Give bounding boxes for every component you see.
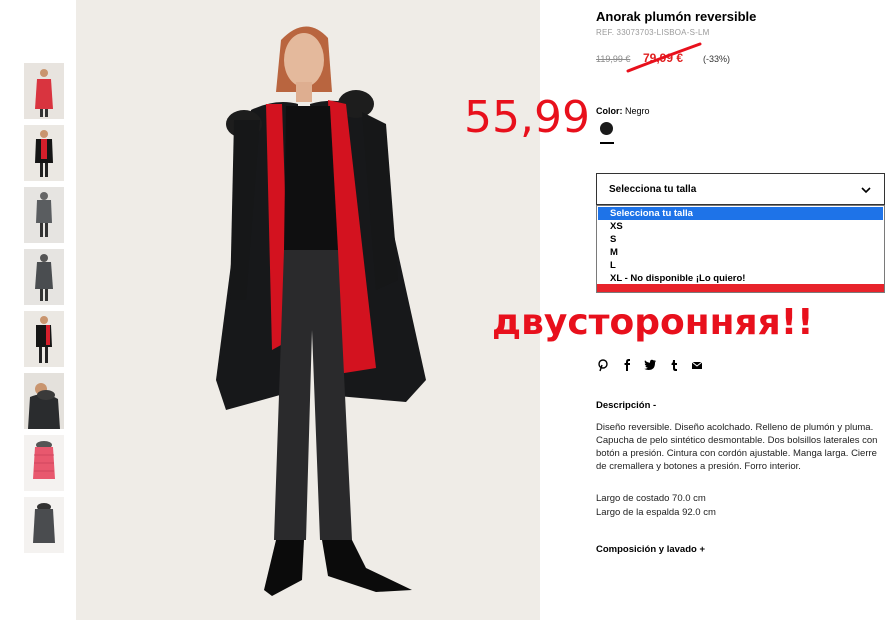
size-option-s[interactable]: S: [598, 233, 883, 246]
size-option-l[interactable]: L: [598, 259, 883, 272]
sale-price: 79,99 €: [643, 51, 684, 65]
product-reference: REF. 33073703-LISBOA-S-LM: [596, 28, 710, 37]
color-swatch-black[interactable]: [600, 122, 613, 135]
thumbnail-4[interactable]: [24, 249, 64, 305]
size-options-list: Selecciona tu talla XS S M L XL - No dis…: [596, 205, 885, 293]
thumbnail-7[interactable]: [24, 435, 64, 491]
pinterest-icon[interactable]: [596, 358, 610, 372]
size-option-placeholder[interactable]: Selecciona tu talla: [598, 207, 883, 220]
thumbnail-1[interactable]: [24, 63, 64, 119]
add-to-bag-bar[interactable]: [597, 284, 884, 292]
thumbnail-2[interactable]: [24, 125, 64, 181]
thumbnail-6[interactable]: [24, 373, 64, 429]
selected-swatch-indicator: [600, 142, 614, 144]
thumbnail-8[interactable]: [24, 497, 64, 553]
size-select[interactable]: Selecciona tu talla: [596, 173, 885, 205]
composition-toggle[interactable]: Composición y lavado +: [596, 544, 705, 555]
size-option-xs[interactable]: XS: [598, 220, 883, 233]
facebook-icon[interactable]: [620, 358, 634, 372]
color-label: Color: Negro: [596, 106, 650, 116]
thumbnail-5[interactable]: [24, 311, 64, 367]
color-label-key: Color:: [596, 106, 623, 116]
measurement-side-length: Largo de costado 70.0 cm: [596, 493, 706, 504]
handwritten-price-annotation: 55,99: [464, 92, 590, 143]
chevron-down-icon: [861, 187, 871, 194]
thumbnail-3[interactable]: [24, 187, 64, 243]
tumblr-icon[interactable]: [667, 358, 681, 372]
description-text: Diseño reversible. Diseño acolchado. Rel…: [596, 422, 878, 472]
size-option-m[interactable]: M: [598, 246, 883, 259]
size-select-label: Selecciona tu talla: [609, 184, 697, 195]
color-value: Negro: [625, 106, 650, 116]
product-title: Anorak plumón reversible: [596, 9, 757, 24]
description-toggle[interactable]: Descripción -: [596, 400, 656, 411]
twitter-icon[interactable]: [643, 358, 657, 372]
email-icon[interactable]: [690, 358, 704, 372]
handwritten-word-annotation: двусторонняя!!: [492, 302, 814, 343]
discount-badge: (-33%): [703, 54, 731, 64]
measurement-back-length: Largo de la espalda 92.0 cm: [596, 507, 716, 518]
original-price: 119,99 €: [596, 54, 631, 64]
